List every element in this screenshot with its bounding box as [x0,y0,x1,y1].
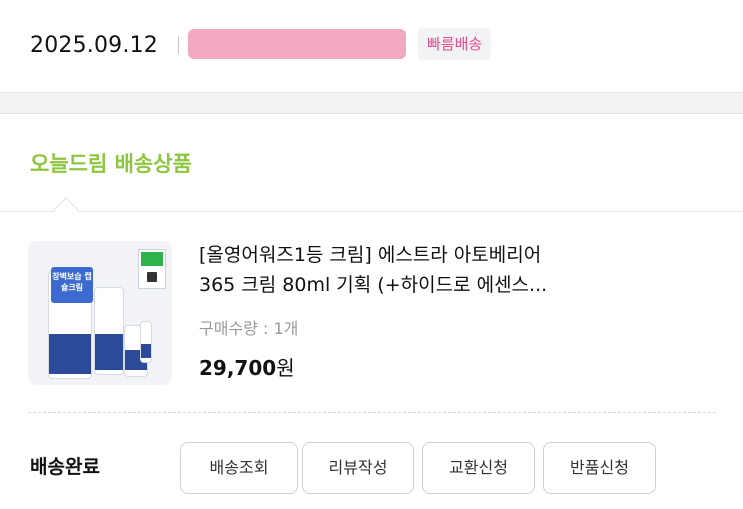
track-delivery-button[interactable]: 배송조회 [180,442,298,494]
product-tube-image [94,287,124,375]
fast-delivery-badge: 빠름배송 [418,28,492,60]
delivery-status: 배송완료 [30,456,100,478]
product-name[interactable]: [올영어워즈1등 크림] 에스트라 아토베리어 365 크림 80ml 기획 (… [199,240,629,300]
divider [178,36,179,54]
product-price: 29,700원 [199,352,295,381]
price-unit: 원 [276,356,295,380]
product-tag-image: 장벽보습 캡슐크림 [51,267,93,303]
write-review-button[interactable]: 리뷰작성 [302,442,414,494]
section-divider [0,211,743,212]
product-thumbnail[interactable]: 장벽보습 캡슐크림 [28,241,172,385]
product-name-line: 365 크림 80ml 기획 (+하이드로 에센스... [199,274,548,296]
order-header: 2025.09.12 빠름배송 [0,0,743,92]
request-return-button[interactable]: 반품신청 [543,442,656,494]
delivery-type-title: 오늘드림 배송상품 [30,152,192,176]
product-name-line: [올영어워즈1등 크림] 에스트라 아토베리어 [199,244,542,266]
redacted-order-info [188,29,406,59]
divider-notch [53,197,79,223]
purchase-quantity: 구매수량 : 1개 [199,319,299,338]
request-exchange-button[interactable]: 교환신청 [422,442,535,494]
price-value: 29,700 [199,356,277,380]
order-date: 2025.09.12 [30,33,158,58]
section-separator [0,92,743,114]
award-badge-image [138,249,166,289]
product-mini-image [140,321,152,363]
dashed-divider [28,412,716,413]
